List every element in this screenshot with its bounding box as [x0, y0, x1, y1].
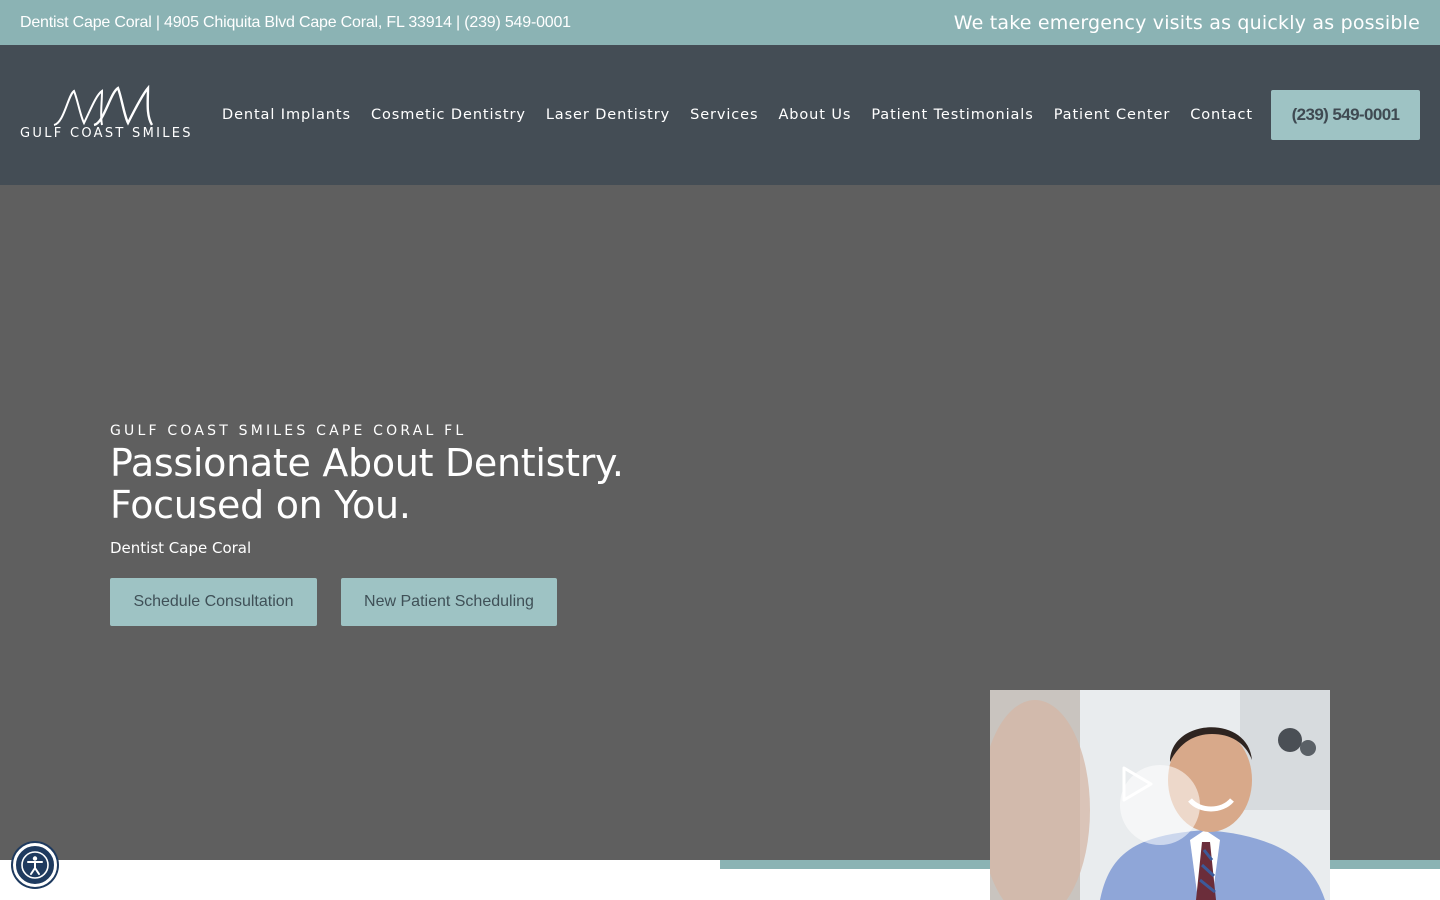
emergency-notice: We take emergency visits as quickly as p…	[953, 11, 1420, 34]
hero-subtitle: Dentist Cape Coral	[110, 539, 252, 557]
accessibility-button[interactable]	[13, 843, 57, 887]
contact-info[interactable]: Dentist Cape Coral | 4905 Chiquita Blvd …	[20, 14, 571, 32]
hero-title: Passionate About Dentistry. Focused on Y…	[110, 442, 710, 526]
call-button[interactable]: (239) 549-0001	[1271, 90, 1420, 140]
nav-patient-testimonials[interactable]: Patient Testimonials	[871, 107, 1033, 123]
nav-laser-dentistry[interactable]: Laser Dentistry	[546, 107, 670, 123]
monogram-logo-icon	[53, 85, 154, 127]
site-logo[interactable]: GULF COAST SMILES	[20, 85, 192, 147]
nav-services[interactable]: Services	[690, 107, 758, 123]
main-nav: Dental Implants Cosmetic Dentistry Laser…	[222, 45, 1273, 185]
logo-name: GULF COAST SMILES	[20, 126, 193, 141]
nav-contact[interactable]: Contact	[1190, 107, 1253, 123]
schedule-consultation-button[interactable]: Schedule Consultation	[110, 578, 317, 626]
site-header: GULF COAST SMILES Dental Implants Cosmet…	[0, 45, 1440, 185]
top-info-bar: Dentist Cape Coral | 4905 Chiquita Blvd …	[0, 0, 1440, 45]
play-icon	[1122, 766, 1153, 802]
nav-patient-center[interactable]: Patient Center	[1054, 107, 1171, 123]
hero-eyebrow: GULF COAST SMILES CAPE CORAL FL	[110, 423, 467, 439]
hero-title-line-2: Focused on You.	[110, 483, 411, 527]
new-patient-scheduling-button[interactable]: New Patient Scheduling	[341, 578, 557, 626]
nav-about-us[interactable]: About Us	[778, 107, 851, 123]
intro-video[interactable]	[990, 690, 1330, 900]
hero-title-line-1: Passionate About Dentistry.	[110, 441, 624, 485]
nav-cosmetic-dentistry[interactable]: Cosmetic Dentistry	[371, 107, 526, 123]
accessibility-icon	[21, 851, 49, 879]
play-button[interactable]	[1120, 765, 1200, 845]
nav-dental-implants[interactable]: Dental Implants	[222, 107, 351, 123]
